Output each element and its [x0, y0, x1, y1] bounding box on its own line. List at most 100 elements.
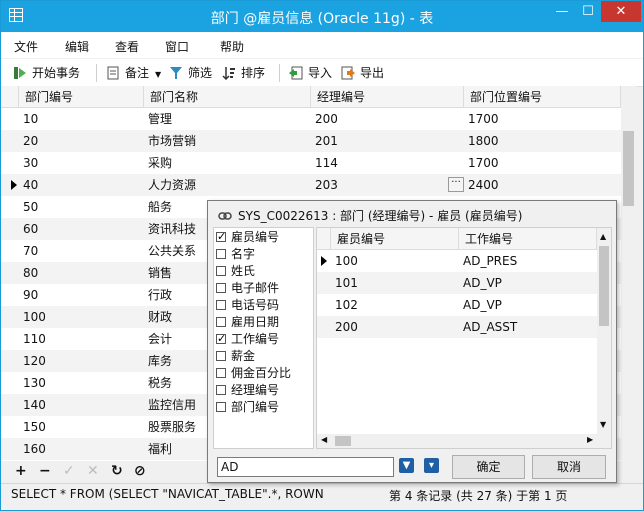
checkbox[interactable] [216, 300, 226, 310]
menu-help[interactable]: 帮助 [220, 38, 244, 55]
checkbox[interactable] [216, 283, 226, 293]
field-checkbox-item[interactable]: 经理编号 [216, 382, 279, 398]
lookup-row[interactable]: 101 AD_VP [317, 272, 597, 294]
table-cell[interactable]: 2400 [464, 174, 621, 196]
table-cell[interactable]: 1800 [464, 130, 621, 152]
lookup-cell[interactable]: AD_VP [459, 272, 597, 294]
ok-button[interactable]: 确定 [452, 455, 525, 479]
table-cell[interactable]: 30 [19, 152, 144, 174]
menu-file[interactable]: 文件 [14, 38, 38, 55]
field-checkbox-item[interactable]: 名字 [216, 246, 255, 262]
lookup-cell[interactable]: 102 [331, 294, 459, 316]
scroll-left-icon[interactable]: ◀ [321, 435, 327, 444]
scroll-down-icon[interactable]: ▼ [600, 420, 606, 429]
import-button[interactable]: 导入 [289, 64, 332, 82]
table-cell[interactable]: 市场营销 [144, 130, 311, 152]
field-checkbox-item[interactable]: 薪金 [216, 348, 255, 364]
field-checkbox-item[interactable]: 电话号码 [216, 297, 279, 313]
minimize-button[interactable]: — [549, 1, 575, 23]
lookup-ellipsis-button[interactable]: ··· [448, 177, 464, 192]
field-checkbox-item[interactable]: 部门编号 [216, 399, 279, 415]
table-row[interactable]: 40 人力资源 203 2400 ··· [1, 174, 621, 196]
lookup-cell[interactable]: 101 [331, 272, 459, 294]
filter-options-icon[interactable]: ▾ [424, 458, 439, 473]
stop-button[interactable]: ⊘ [134, 463, 146, 479]
checkbox[interactable] [216, 385, 226, 395]
lookup-filter-input[interactable]: AD [217, 457, 394, 477]
checkbox[interactable] [216, 351, 226, 361]
column-header[interactable]: 经理编号 [311, 86, 464, 108]
filter-apply-icon[interactable]: ▼ [399, 458, 414, 473]
table-cell[interactable]: 90 [19, 284, 144, 306]
table-cell[interactable]: 1700 [464, 108, 621, 130]
field-checkbox-item[interactable]: 电子邮件 [216, 280, 279, 296]
checkbox[interactable] [216, 331, 226, 347]
menu-window[interactable]: 窗口 [165, 38, 189, 55]
table-cell[interactable]: 50 [19, 196, 144, 218]
table-cell[interactable]: 100 [19, 306, 144, 328]
checkbox[interactable] [216, 402, 226, 412]
checkbox[interactable] [216, 368, 226, 378]
scrollbar-thumb[interactable] [599, 246, 609, 326]
discard-changes-button[interactable]: ✕ [87, 463, 99, 479]
table-row[interactable]: 10 管理 200 1700 [1, 108, 621, 130]
lookup-column-header[interactable]: 雇员编号 [331, 228, 459, 250]
lookup-row[interactable]: 102 AD_VP [317, 294, 597, 316]
table-cell[interactable]: 10 [19, 108, 144, 130]
field-checkbox-item[interactable]: 工作编号 [216, 331, 279, 347]
lookup-horizontal-scrollbar[interactable]: ◀ ▶ [317, 434, 611, 448]
close-button[interactable]: ✕ [601, 1, 641, 22]
lookup-row[interactable]: 100 AD_PRES [317, 250, 597, 272]
table-cell[interactable]: 60 [19, 218, 144, 240]
table-cell[interactable]: 114 [311, 152, 464, 174]
field-checkbox-item[interactable]: 雇用日期 [216, 314, 279, 330]
table-row[interactable]: 30 采购 114 1700 [1, 152, 621, 174]
scroll-up-icon[interactable]: ▲ [600, 232, 606, 241]
table-cell[interactable]: 140 [19, 394, 144, 416]
lookup-cell[interactable]: AD_PRES [459, 250, 597, 272]
table-cell[interactable]: 110 [19, 328, 144, 350]
checkbox[interactable] [216, 249, 226, 259]
checkbox[interactable] [216, 229, 226, 245]
lookup-row[interactable]: 200 AD_ASST [317, 316, 597, 338]
note-button[interactable]: 备注 ▼ [106, 64, 161, 82]
filter-button[interactable]: 筛选 [169, 64, 212, 82]
checkbox[interactable] [216, 266, 226, 276]
table-cell[interactable]: 120 [19, 350, 144, 372]
delete-record-button[interactable]: − [39, 463, 51, 479]
grid-vertical-scrollbar[interactable] [621, 86, 636, 461]
table-cell[interactable]: 150 [19, 416, 144, 438]
lookup-cell[interactable]: AD_VP [459, 294, 597, 316]
table-cell[interactable]: 人力资源 [144, 174, 311, 196]
lookup-column-header[interactable]: 工作编号 [459, 228, 597, 250]
field-checkbox-item[interactable]: 姓氏 [216, 263, 255, 279]
table-cell[interactable]: 管理 [144, 108, 311, 130]
table-cell[interactable]: 40 [19, 174, 144, 196]
menu-view[interactable]: 查看 [115, 38, 139, 55]
column-header[interactable]: 部门位置编号 [464, 86, 621, 108]
table-row[interactable]: 20 市场营销 201 1800 [1, 130, 621, 152]
sort-button[interactable]: 排序 [222, 64, 265, 82]
lookup-cell[interactable]: 200 [331, 316, 459, 338]
cancel-button[interactable]: 取消 [532, 455, 606, 479]
field-checkbox-item[interactable]: 雇员编号 [216, 229, 279, 245]
add-record-button[interactable]: + [15, 463, 27, 479]
refresh-button[interactable]: ↻ [111, 463, 123, 479]
field-checkbox-item[interactable]: 佣金百分比 [216, 365, 291, 381]
apply-changes-button[interactable]: ✓ [63, 463, 75, 479]
column-header[interactable]: 部门编号 [19, 86, 144, 108]
table-cell[interactable]: 130 [19, 372, 144, 394]
begin-transaction-button[interactable]: 开始事务 [13, 64, 80, 82]
table-cell[interactable]: 160 [19, 438, 144, 460]
table-cell[interactable]: 203 [311, 174, 464, 196]
lookup-vertical-scrollbar[interactable]: ▲ ▼ [597, 228, 611, 434]
table-cell[interactable]: 200 [311, 108, 464, 130]
table-cell[interactable]: 1700 [464, 152, 621, 174]
table-cell[interactable]: 70 [19, 240, 144, 262]
table-cell[interactable]: 采购 [144, 152, 311, 174]
table-cell[interactable]: 80 [19, 262, 144, 284]
scrollbar-thumb[interactable] [623, 131, 634, 206]
checkbox[interactable] [216, 317, 226, 327]
scrollbar-thumb[interactable] [335, 436, 351, 446]
scroll-right-icon[interactable]: ▶ [587, 435, 593, 444]
